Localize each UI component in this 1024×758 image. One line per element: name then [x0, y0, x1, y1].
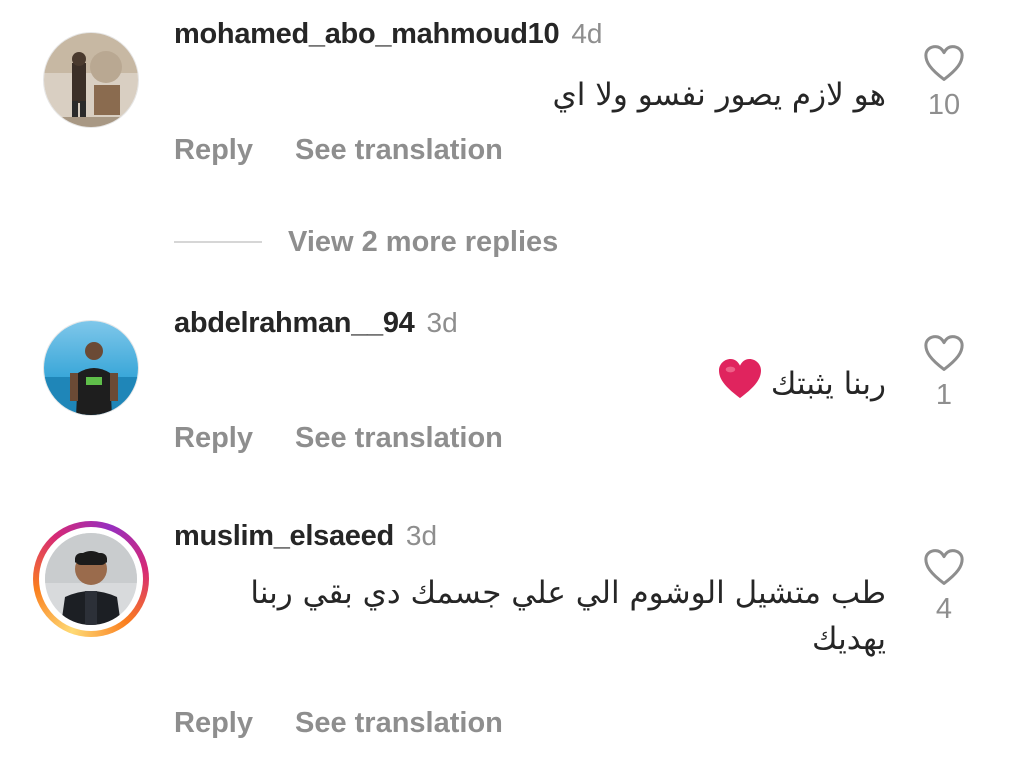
comment-text: طب متشيل الوشوم الي علي جسمك دي بقي ربنا…: [250, 575, 886, 657]
like-count: 10: [927, 89, 961, 121]
comment-text-content: ربنا يثبتك: [770, 366, 886, 402]
see-translation-button[interactable]: See translation: [295, 707, 503, 739]
comment-actions: Reply See translation: [174, 705, 503, 741]
see-translation-button[interactable]: See translation: [295, 134, 503, 166]
comment-actions: Reply See translation: [174, 132, 503, 168]
heart-outline-icon[interactable]: [923, 44, 965, 82]
avatar[interactable]: [43, 32, 139, 128]
view-more-replies[interactable]: View 2 more replies: [174, 222, 558, 262]
avatar: [45, 533, 137, 625]
like-count: 1: [935, 379, 953, 411]
like-control: 4: [916, 548, 972, 626]
divider: [174, 241, 262, 243]
comment-header: mohamed_abo_mahmoud10 4d: [174, 16, 602, 52]
heart-outline-icon[interactable]: [923, 548, 965, 586]
avatar[interactable]: [43, 320, 139, 416]
comment-header: abdelrahman__94 3d: [174, 305, 458, 341]
view-more-replies-label: View 2 more replies: [288, 225, 559, 258]
timestamp: 3d: [405, 520, 438, 551]
heart-outline-icon[interactable]: [923, 334, 965, 372]
comment-text: هو لازم يصور نفسو ولا اي: [552, 77, 886, 113]
comment-header: muslim_elsaeed 3d: [174, 518, 437, 554]
like-control: 1: [916, 334, 972, 412]
reply-button[interactable]: Reply: [174, 707, 253, 739]
reply-button[interactable]: Reply: [174, 422, 253, 454]
username[interactable]: mohamed_abo_mahmoud10: [174, 18, 560, 50]
comment-actions: Reply See translation: [174, 420, 503, 456]
username[interactable]: muslim_elsaeed: [174, 520, 394, 552]
timestamp: 3d: [426, 307, 458, 338]
see-translation-button[interactable]: See translation: [295, 422, 503, 454]
username[interactable]: abdelrahman__94: [174, 307, 415, 339]
reply-button[interactable]: Reply: [174, 134, 253, 166]
timestamp: 4d: [571, 18, 603, 49]
red-heart-icon: [717, 358, 763, 413]
comment-text: ربنا يثبتك: [717, 358, 886, 413]
like-count: 4: [935, 593, 953, 625]
story-ring[interactable]: [33, 521, 149, 637]
like-control: 10: [916, 44, 972, 122]
